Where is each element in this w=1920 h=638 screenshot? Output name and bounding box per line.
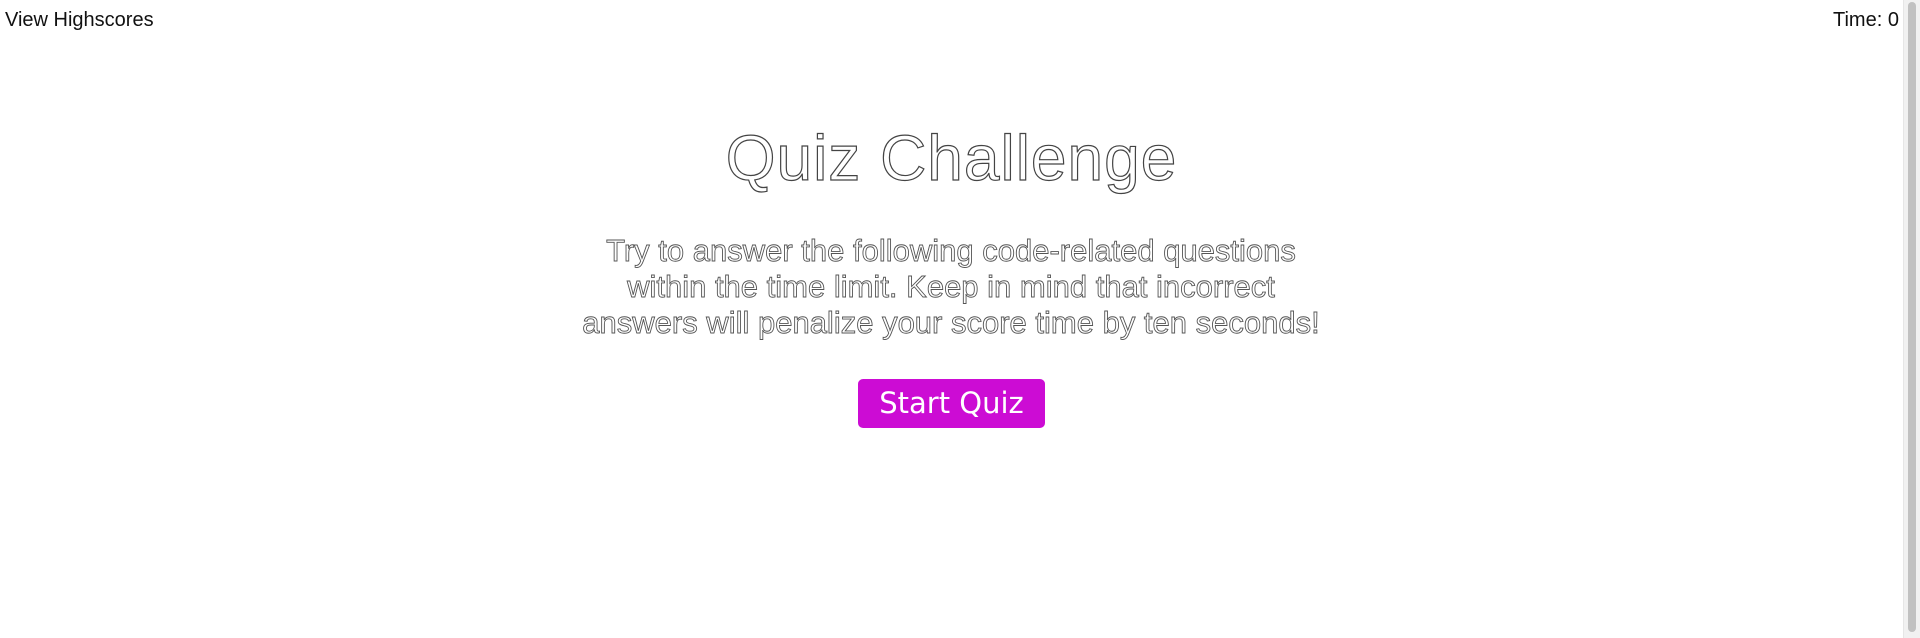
view-highscores-link[interactable]: View Highscores	[5, 9, 154, 32]
page-title: Quiz Challenge	[725, 121, 1178, 194]
timer-value: 0	[1887, 9, 1899, 31]
timer: Time: 0	[1833, 9, 1899, 32]
scrollbar-thumb[interactable]	[1908, 2, 1916, 632]
start-quiz-button[interactable]: Start Quiz	[858, 379, 1045, 428]
header: View Highscores Time: 0	[0, 0, 1920, 40]
vertical-scrollbar[interactable]	[1903, 0, 1920, 638]
quiz-instructions: Try to answer the following code-related…	[582, 233, 1320, 341]
timer-label: Time:	[1833, 9, 1883, 31]
quiz-page: View Highscores Time: 0 Quiz Challenge T…	[0, 0, 1920, 638]
